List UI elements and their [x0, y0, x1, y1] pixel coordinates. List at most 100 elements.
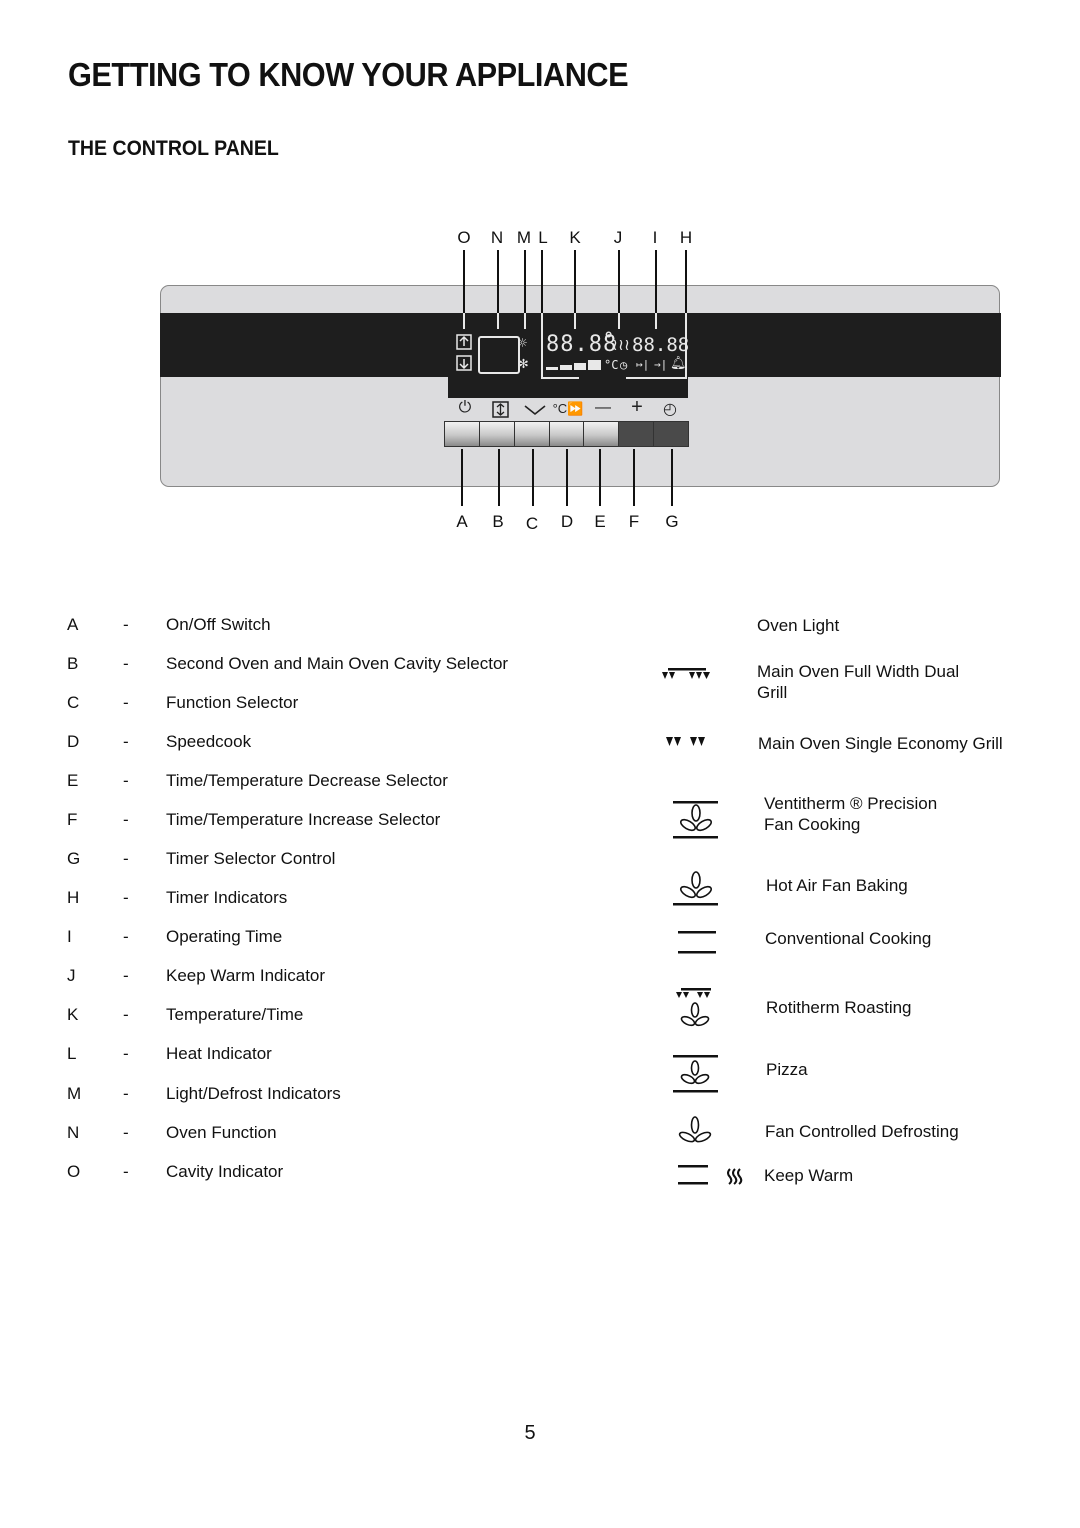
timer-bracket	[626, 377, 687, 379]
fan-defrost-icon	[678, 1116, 712, 1143]
legend-dash: -	[123, 615, 129, 634]
legend-key: N	[67, 1123, 80, 1142]
callout-m: M	[516, 228, 532, 247]
keep-warm-icon	[678, 1165, 743, 1185]
duration-indicator-icon: ↦|	[636, 358, 650, 371]
legend-description: Second Oven and Main Oven Cavity Selecto…	[166, 654, 509, 673]
leader-l	[541, 250, 543, 313]
end-time-indicator-icon: →|	[654, 358, 668, 371]
legend-key: L	[67, 1044, 77, 1063]
function-label-line2: Fan Cooking	[764, 815, 861, 834]
chevron-down-icon	[524, 405, 546, 416]
legend-description: Temperature/Time	[166, 1005, 304, 1024]
single-economy-grill-icon	[666, 737, 705, 746]
operating-time-display: 88.88	[632, 334, 690, 356]
leader-i-inner	[655, 313, 657, 329]
legend-key: I	[67, 927, 72, 946]
legend-key: C	[67, 693, 80, 712]
cavity-selector-button[interactable]	[479, 422, 515, 446]
callout-b: B	[492, 512, 504, 531]
legend-dash: -	[123, 1044, 129, 1063]
increase-button[interactable]	[619, 422, 655, 446]
light-indicator-icon: ☼	[518, 334, 528, 352]
legend-dash: -	[123, 732, 129, 751]
hot-air-fan-icon	[673, 871, 718, 906]
legend-dash: -	[123, 1005, 129, 1024]
callout-k: K	[569, 228, 581, 247]
leader-c	[532, 449, 534, 506]
leader-e	[599, 449, 601, 506]
legend-description: Speedcook	[166, 732, 252, 751]
legend-description: Function Selector	[166, 693, 299, 712]
leader-h	[685, 250, 687, 313]
function-label: Ventitherm ® Precision	[764, 794, 938, 813]
leader-i	[655, 250, 657, 313]
legend-dash: -	[123, 927, 129, 946]
leader-b	[498, 449, 500, 506]
celsius-symbol: °C	[604, 358, 619, 372]
legend-dash: -	[123, 966, 129, 985]
function-label: Fan Controlled Defrosting	[765, 1122, 959, 1141]
leader-d	[566, 449, 568, 506]
defrost-indicator-icon: ✻	[519, 354, 529, 372]
legend-dash: -	[123, 1084, 129, 1103]
cavity-indicator-icon	[456, 334, 472, 371]
bell-indicator-icon: 🔔︎	[670, 356, 687, 371]
leader-k-inner	[574, 313, 576, 329]
timer-selector-button[interactable]	[654, 422, 689, 446]
rotitherm-roasting-icon	[676, 988, 711, 1027]
power-icon: ⏻	[458, 399, 472, 416]
ventitherm-fan-icon	[673, 801, 718, 839]
legend-description: Light/Defrost Indicators	[166, 1084, 341, 1103]
legend-key: E	[67, 771, 79, 790]
clock-indicator-icon: ◷	[620, 358, 628, 372]
legend-dash: -	[123, 1162, 129, 1181]
legend-description: Time/Temperature Increase Selector	[166, 810, 441, 829]
callout-f: F	[628, 512, 640, 531]
leader-m	[524, 250, 526, 313]
legend-key: M	[67, 1084, 82, 1103]
speedcook-button[interactable]	[549, 422, 585, 446]
leader-k	[574, 250, 576, 313]
legend-dash: -	[123, 654, 129, 673]
legend-description: Timer Selector Control	[166, 849, 336, 868]
page-number: 5	[524, 1422, 536, 1444]
function-label: Conventional Cooking	[765, 929, 932, 948]
page-title: GETTING TO KNOW YOUR APPLIANCE	[68, 56, 629, 93]
minus-icon: —	[595, 399, 611, 416]
legend-key: H	[67, 888, 80, 907]
function-label: Pizza	[766, 1060, 808, 1079]
leader-f	[633, 449, 635, 506]
callout-c: C	[525, 514, 539, 533]
on-off-button[interactable]	[445, 422, 480, 446]
section-title: THE CONTROL PANEL	[68, 137, 279, 160]
callout-e: E	[594, 512, 606, 531]
legend-dash: -	[123, 888, 129, 907]
leader-o-inner	[463, 313, 465, 329]
leader-m-inner	[524, 313, 526, 329]
legend-dash: -	[123, 771, 129, 790]
leader-n	[497, 250, 499, 313]
legend-description: Keep Warm Indicator	[166, 966, 326, 985]
legend-description: Heat Indicator	[166, 1044, 272, 1063]
function-label: Keep Warm	[764, 1166, 854, 1185]
legend-description: Cavity Indicator	[166, 1162, 284, 1181]
leader-n-inner	[497, 313, 499, 329]
legend-description: Oven Function	[166, 1123, 277, 1142]
legend-description: On/Off Switch	[166, 615, 271, 634]
function-selector-button[interactable]	[514, 422, 550, 446]
legend-key: G	[67, 849, 81, 868]
plus-icon: +	[631, 396, 643, 418]
legend-dash: -	[123, 849, 129, 868]
callout-l: L	[538, 228, 548, 247]
callout-g: G	[665, 512, 679, 531]
function-label: Hot Air Fan Baking	[766, 876, 908, 895]
legend-key: B	[67, 654, 79, 673]
callout-i: I	[652, 228, 658, 247]
function-label: Rotitherm Roasting	[766, 998, 912, 1017]
pizza-icon	[673, 1055, 718, 1093]
oven-function-display	[478, 336, 520, 374]
decrease-button[interactable]	[584, 422, 620, 446]
callout-o: O	[457, 228, 471, 247]
leader-a	[461, 449, 463, 506]
